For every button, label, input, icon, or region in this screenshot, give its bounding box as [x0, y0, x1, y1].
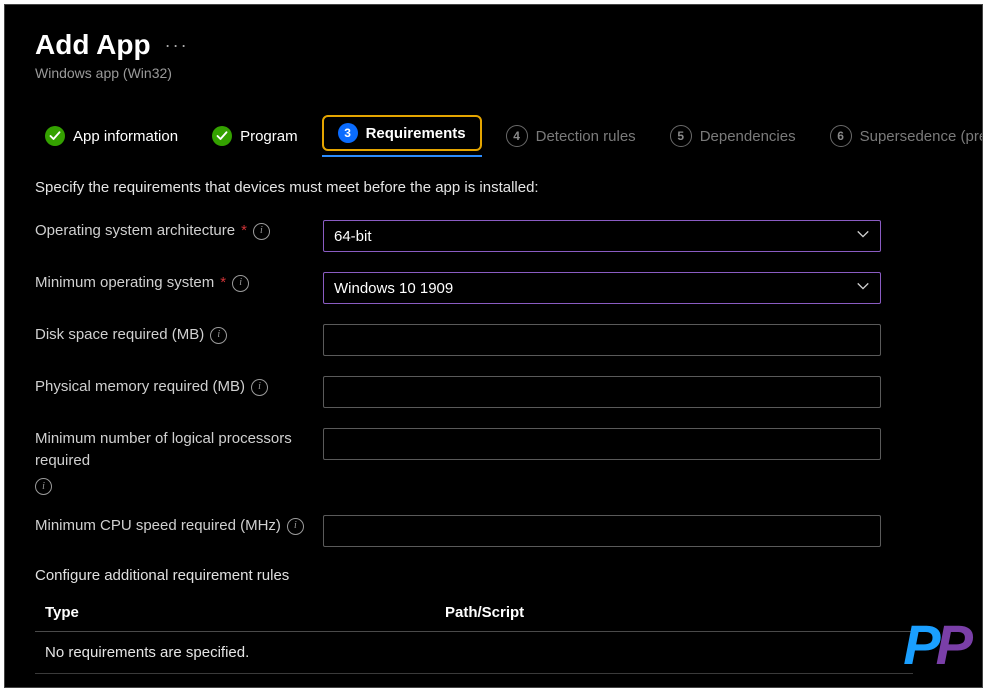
info-icon[interactable]: i [232, 275, 249, 292]
info-icon[interactable]: i [210, 327, 227, 344]
label-text: Minimum operating system [35, 272, 214, 294]
table-header: Type Path/Script [35, 604, 913, 632]
page-subtitle: Windows app (Win32) [35, 65, 982, 81]
step-dependencies[interactable]: 5 Dependencies [660, 119, 806, 153]
label-min-os: Minimum operating system * i [35, 272, 323, 294]
step-number-icon: 4 [506, 125, 528, 147]
step-label: Detection rules [536, 128, 636, 145]
label-cpu-speed: Minimum CPU speed required (MHz) i [35, 515, 323, 537]
wizard-steps: App information Program 3 Requirements 4… [35, 115, 982, 157]
col-type: Type [45, 604, 445, 621]
select-os-architecture[interactable]: 64-bit [323, 220, 881, 252]
input-cpu-speed[interactable] [323, 515, 881, 547]
required-star: * [220, 272, 226, 294]
select-value: 64-bit [334, 228, 372, 245]
label-os-architecture: Operating system architecture * i [35, 220, 323, 242]
step-app-information[interactable]: App information [35, 120, 188, 152]
step-number-icon: 5 [670, 125, 692, 147]
info-icon[interactable]: i [251, 379, 268, 396]
label-logical-processors: Minimum number of logical processors req… [35, 428, 323, 495]
label-disk-space: Disk space required (MB) i [35, 324, 323, 346]
label-text: Operating system architecture [35, 220, 235, 242]
check-icon [45, 126, 65, 146]
step-label: Supersedence (prev [860, 128, 983, 145]
more-icon[interactable]: ··· [165, 36, 189, 54]
step-label: App information [73, 128, 178, 145]
info-icon[interactable]: i [287, 518, 304, 535]
input-logical-processors[interactable] [323, 428, 881, 460]
input-physical-memory[interactable] [323, 376, 881, 408]
info-icon[interactable]: i [253, 223, 270, 240]
col-path-script: Path/Script [445, 604, 524, 621]
additional-rules-title: Configure additional requirement rules [35, 567, 913, 584]
brand-logo: PP [903, 617, 968, 673]
table-empty-row: No requirements are specified. [35, 632, 913, 674]
chevron-down-icon [856, 279, 870, 297]
label-physical-memory: Physical memory required (MB) i [35, 376, 323, 398]
add-app-window: Add App ··· Windows app (Win32) App info… [4, 4, 983, 688]
rules-table: Type Path/Script No requirements are spe… [35, 604, 913, 674]
step-number-icon: 3 [338, 123, 358, 143]
step-requirements[interactable]: 3 Requirements [322, 115, 482, 151]
chevron-down-icon [856, 227, 870, 245]
step-label: Program [240, 128, 298, 145]
required-star: * [241, 220, 247, 242]
label-text: Physical memory required (MB) [35, 376, 245, 398]
step-number-icon: 6 [830, 125, 852, 147]
step-detection-rules[interactable]: 4 Detection rules [496, 119, 646, 153]
requirements-form: Operating system architecture * i 64-bit… [35, 220, 913, 688]
page-title: Add App [35, 29, 151, 61]
active-step-underline [322, 155, 482, 157]
label-text: Minimum CPU speed required (MHz) [35, 515, 281, 537]
select-value: Windows 10 1909 [334, 280, 453, 297]
instruction-text: Specify the requirements that devices mu… [35, 179, 982, 196]
check-icon [212, 126, 232, 146]
label-text: Disk space required (MB) [35, 324, 204, 346]
step-label: Dependencies [700, 128, 796, 145]
step-supersedence[interactable]: 6 Supersedence (prev [820, 119, 983, 153]
step-label: Requirements [366, 125, 466, 142]
label-text: Minimum number of logical processors req… [35, 428, 323, 472]
step-program[interactable]: Program [202, 120, 308, 152]
select-min-os[interactable]: Windows 10 1909 [323, 272, 881, 304]
input-disk-space[interactable] [323, 324, 881, 356]
info-icon[interactable]: i [35, 478, 52, 495]
